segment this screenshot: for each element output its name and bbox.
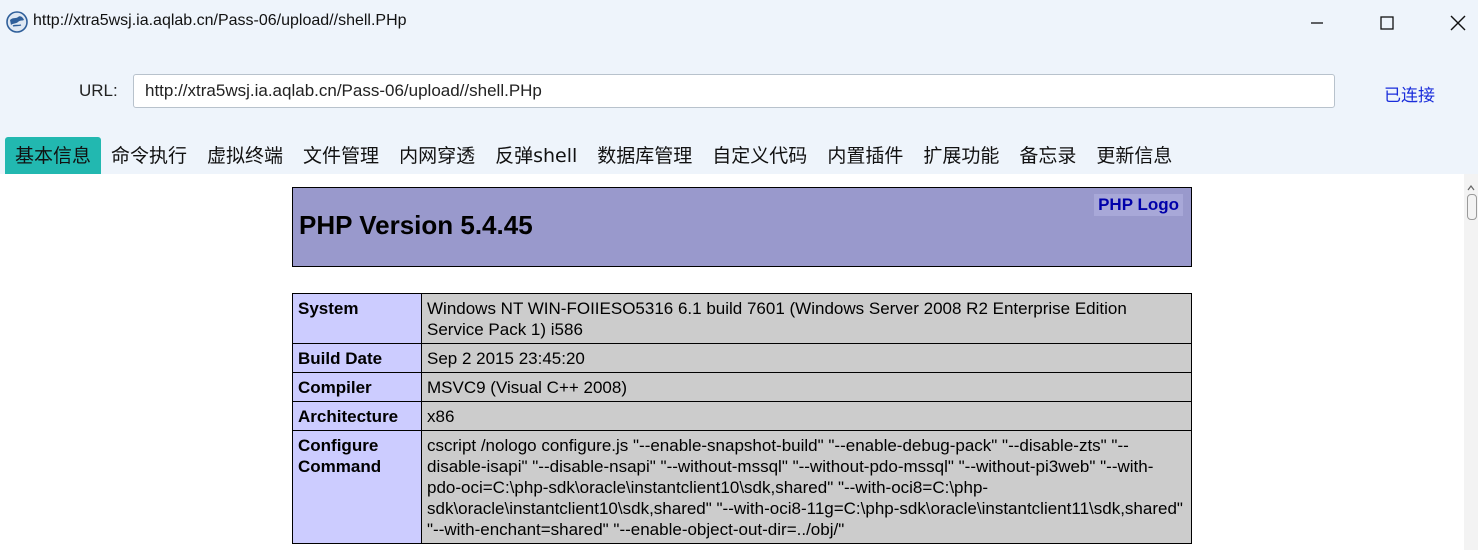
tab-virtual-terminal[interactable]: 虚拟终端 [197,137,293,174]
url-input[interactable] [133,74,1335,108]
tab-bar: 基本信息 命令执行 虚拟终端 文件管理 内网穿透 反弹shell 数据库管理 自… [5,137,1182,174]
table-row: Architecture x86 [292,401,1192,431]
tab-custom-code[interactable]: 自定义代码 [702,137,817,174]
table-row: Configure Command cscript /nologo config… [292,430,1192,544]
connection-status-link[interactable]: 已连接 [1384,81,1435,106]
row-key: Build Date [292,343,422,373]
tab-basic-info[interactable]: 基本信息 [5,137,102,174]
tab-intranet-tunnel[interactable]: 内网穿透 [389,137,485,174]
tab-extensions[interactable]: 扩展功能 [913,137,1009,174]
close-icon[interactable] [1423,0,1478,46]
phpinfo-table: System Windows NT WIN-FOIIESO5316 6.1 bu… [292,293,1192,544]
row-value: cscript /nologo configure.js "--enable-s… [421,430,1192,544]
tab-update-info[interactable]: 更新信息 [1086,137,1182,174]
row-key: Architecture [292,401,422,431]
scrollbar-thumb[interactable] [1467,194,1477,220]
row-value: MSVC9 (Visual C++ 2008) [421,372,1192,402]
row-key: System [292,293,422,344]
window-title: http://xtra5wsj.ia.aqlab.cn/Pass-06/uplo… [33,12,407,29]
row-value: Sep 2 2015 23:45:20 [421,343,1192,373]
table-row: Build Date Sep 2 2015 23:45:20 [292,343,1192,373]
minimize-icon[interactable] [1282,0,1352,46]
table-row: System Windows NT WIN-FOIIESO5316 6.1 bu… [292,293,1192,344]
globe-icon [6,11,28,33]
vertical-scrollbar[interactable] [1464,174,1478,550]
tab-memo[interactable]: 备忘录 [1009,137,1086,174]
scroll-up-icon[interactable] [1467,177,1475,191]
url-bar: URL: 已连接 [0,46,1478,134]
tab-command-exec[interactable]: 命令执行 [101,137,197,174]
table-row: Compiler MSVC9 (Visual C++ 2008) [292,372,1192,402]
title-bar: http://xtra5wsj.ia.aqlab.cn/Pass-06/uplo… [0,0,1478,46]
tab-file-manager[interactable]: 文件管理 [293,137,389,174]
row-key: Compiler [292,372,422,402]
tab-reverse-shell[interactable]: 反弹shell [485,137,587,174]
maximize-icon[interactable] [1352,0,1422,46]
tab-database-manager[interactable]: 数据库管理 [587,137,702,174]
phpinfo-pane: PHP Version 5.4.45 PHP Logo System Windo… [0,174,1464,550]
php-version-title: PHP Version 5.4.45 [299,210,533,240]
url-label: URL: [79,81,118,100]
row-value: x86 [421,401,1192,431]
php-logo-link[interactable]: PHP Logo [1094,194,1183,216]
row-value: Windows NT WIN-FOIIESO5316 6.1 build 760… [421,293,1192,344]
row-key: Configure Command [292,430,422,544]
tab-builtin-plugins[interactable]: 内置插件 [817,137,913,174]
php-version-header: PHP Version 5.4.45 PHP Logo [292,187,1192,267]
